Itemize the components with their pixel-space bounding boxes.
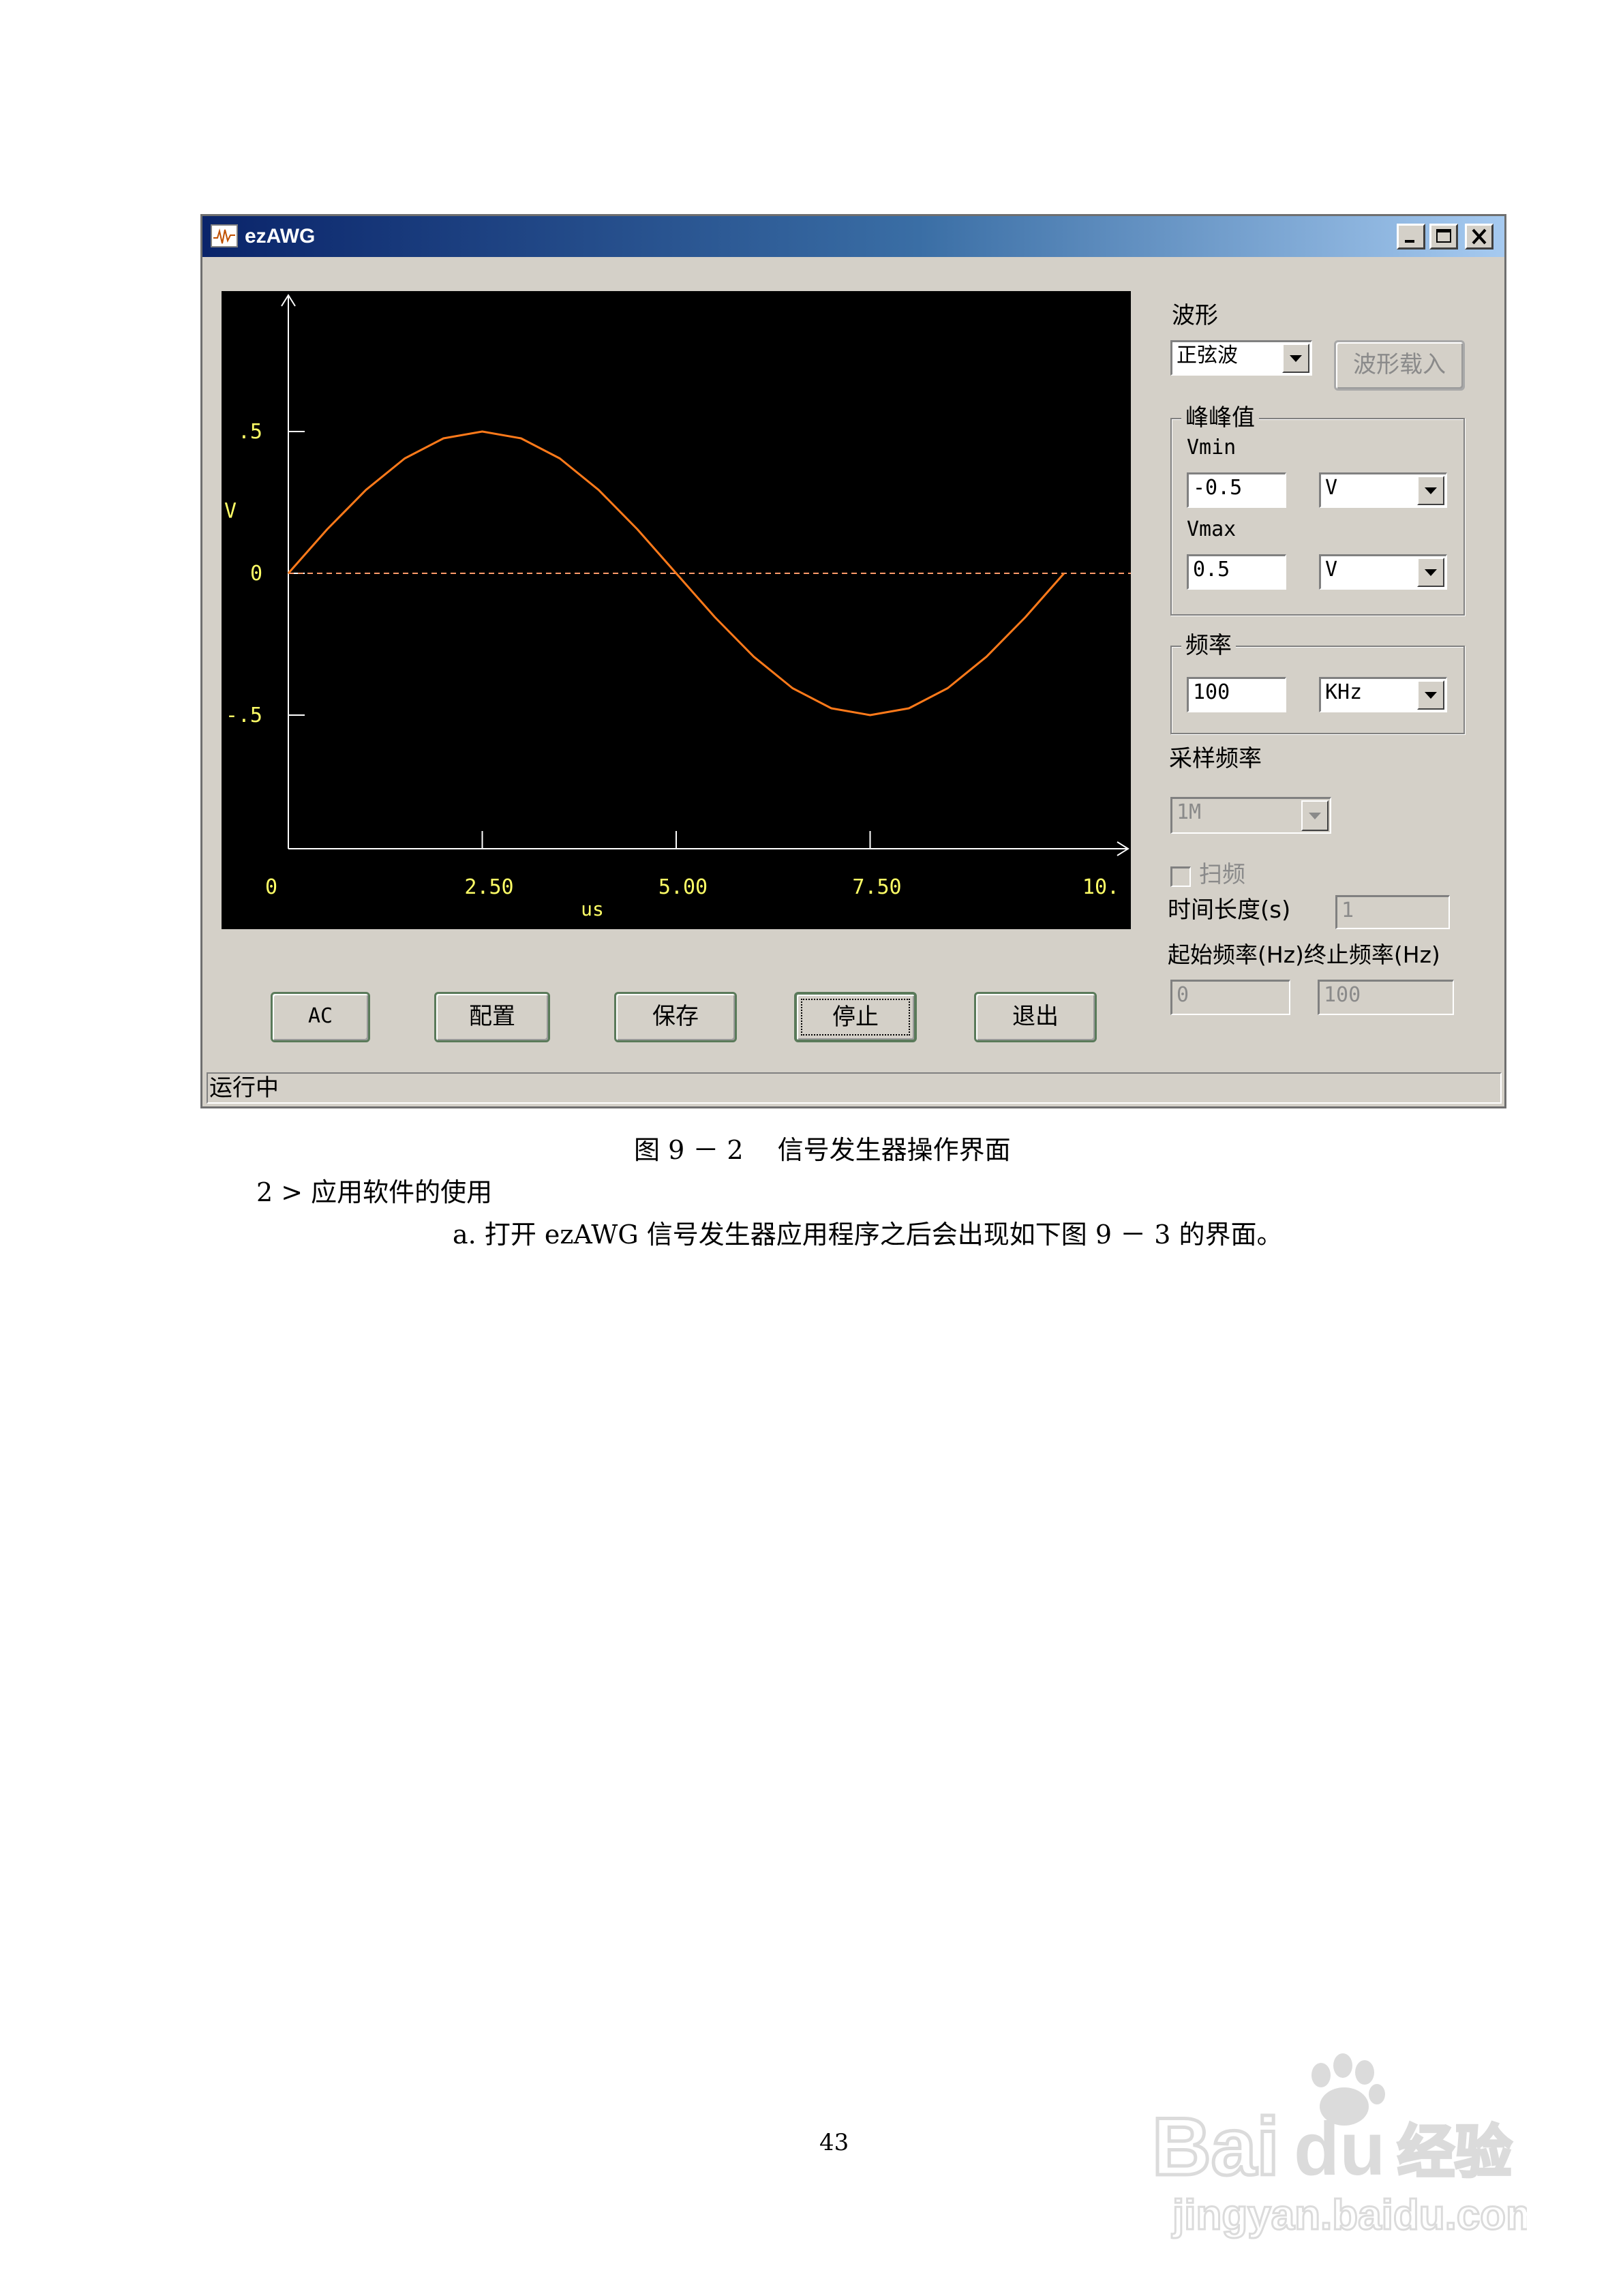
waveform-select-value: 正弦波 (1177, 344, 1238, 367)
sweep-label: 扫频 (1199, 861, 1245, 888)
stop-button[interactable]: 停止 (794, 992, 917, 1042)
vmin-label: Vmin (1187, 436, 1237, 459)
x-tick-label: 0 (265, 875, 277, 899)
stop-frequency-value: 100 (1324, 983, 1361, 1007)
duration-input-value: 1 (1341, 898, 1354, 922)
page-number: 43 (819, 2129, 849, 2156)
minimize-icon (1399, 226, 1423, 247)
y-tick-label: 0 (250, 562, 262, 586)
vmin-unit-select[interactable]: V (1319, 472, 1447, 508)
x-tick-label: 2.50 (464, 875, 513, 899)
load-waveform-button[interactable]: 波形载入 (1334, 340, 1465, 391)
maximize-icon (1431, 226, 1456, 247)
svg-text:du: du (1294, 2107, 1385, 2191)
frequency-unit-value: KHz (1325, 680, 1363, 704)
section-heading: 2 > 应用软件的使用 (256, 1177, 493, 1207)
window-title: ezAWG (245, 225, 316, 247)
maximize-button[interactable] (1429, 224, 1458, 250)
frequency-group-title: 频率 (1181, 632, 1236, 659)
waveform-select[interactable]: 正弦波 (1170, 340, 1312, 376)
x-tick-label: 7.50 (852, 875, 901, 899)
vmax-label: Vmax (1187, 517, 1237, 541)
chevron-down-icon (1425, 487, 1437, 494)
vmin-input[interactable]: -0.5 (1187, 472, 1286, 508)
vmax-unit-arrow[interactable] (1417, 558, 1444, 587)
baidu-jingyan-watermark: Bai du 经验 jingyan.baidu.com (1145, 2045, 1545, 2243)
save-button[interactable]: 保存 (614, 992, 737, 1042)
peak-group-title: 峰峰值 (1181, 404, 1259, 432)
close-button[interactable] (1465, 224, 1493, 250)
exit-button[interactable]: 退出 (974, 992, 1097, 1042)
chevron-down-icon (1309, 812, 1321, 819)
x-axis-label: us (581, 898, 604, 920)
chevron-down-icon (1290, 354, 1302, 362)
config-button[interactable]: 配置 (434, 992, 550, 1042)
sample-rate-value: 1M (1177, 800, 1202, 824)
frequency-input[interactable]: 100 (1187, 677, 1286, 712)
sample-rate-label: 采样频率 (1169, 745, 1262, 772)
svg-text:Bai: Bai (1152, 2101, 1279, 2192)
baidu-paw-logo-icon: Bai du 经验 jingyan.baidu.com (1151, 2053, 1545, 2240)
y-tick-label: .5 (238, 420, 262, 444)
ac-button[interactable]: AC (271, 992, 370, 1042)
chevron-down-icon (1425, 691, 1437, 699)
svg-text:经验: 经验 (1397, 2119, 1512, 2186)
x-tick-label: 5.00 (658, 875, 708, 899)
duration-label: 时间长度(s) (1168, 896, 1291, 924)
sample-rate-select[interactable]: 1M (1170, 797, 1331, 834)
body-paragraph: a. 打开 ezAWG 信号发生器应用程序之后会出现如下图 9 － 3 的界面。 (453, 1220, 1283, 1250)
vmin-input-value: -0.5 (1193, 476, 1243, 500)
vmax-unit-value: V (1325, 558, 1338, 581)
waveform-label: 波形 (1172, 302, 1218, 329)
svg-text:jingyan.baidu.com: jingyan.baidu.com (1172, 2192, 1527, 2239)
vmax-input-value: 0.5 (1193, 558, 1230, 581)
y-tick-label: -.5 (226, 704, 262, 727)
vmax-input[interactable]: 0.5 (1187, 554, 1286, 590)
minimize-button[interactable] (1397, 224, 1425, 250)
app-waveform-icon (211, 224, 238, 247)
y-axis-label: V (224, 499, 237, 523)
title-bar[interactable]: ezAWG (202, 216, 1504, 257)
vmax-unit-select[interactable]: V (1319, 554, 1447, 590)
waveform-select-arrow[interactable] (1282, 344, 1309, 373)
chevron-down-icon (1425, 569, 1437, 576)
status-bar: 运行中 (207, 1072, 1502, 1104)
start-frequency-input[interactable]: 0 (1170, 980, 1290, 1015)
vmin-unit-arrow[interactable] (1417, 476, 1444, 505)
sample-rate-arrow[interactable] (1301, 800, 1329, 831)
sweep-checkbox[interactable] (1170, 866, 1191, 887)
waveform-plot: .5 0 -.5 V 0 2.50 5.00 7.50 10. us (222, 291, 1131, 929)
frequency-unit-arrow[interactable] (1417, 680, 1444, 710)
vmin-unit-value: V (1325, 476, 1338, 500)
x-tick-label: 10. (1082, 875, 1119, 899)
status-text: 运行中 (209, 1074, 279, 1102)
frequency-input-value: 100 (1193, 680, 1230, 704)
start-stop-frequency-label: 起始频率(Hz)终止频率(Hz) (1168, 941, 1440, 968)
duration-input[interactable]: 1 (1335, 895, 1450, 929)
start-frequency-value: 0 (1177, 983, 1189, 1007)
stop-frequency-input[interactable]: 100 (1318, 980, 1454, 1015)
close-icon (1467, 226, 1491, 247)
frequency-unit-select[interactable]: KHz (1319, 677, 1447, 712)
figure-caption: 图 9 － 2 信号发生器操作界面 (634, 1135, 1011, 1165)
application-window: ezAWG .5 0 -.5 V 0 2.50 5.00 7.50 10. us 波形 正弦波 (200, 214, 1506, 1108)
